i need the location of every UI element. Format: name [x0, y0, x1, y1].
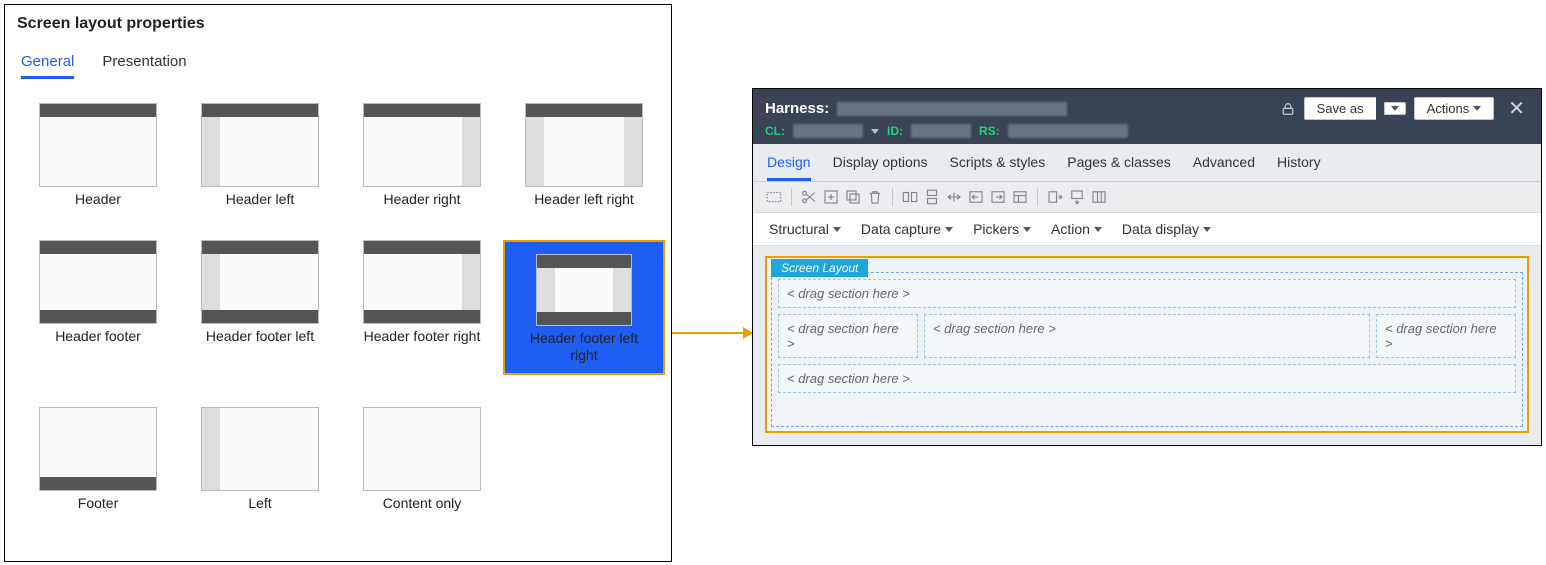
layout-option-left[interactable]: Left [201, 407, 319, 512]
merge-right-icon[interactable] [901, 188, 919, 206]
copy-icon[interactable] [844, 188, 862, 206]
lock-icon[interactable] [1280, 101, 1296, 117]
cl-value-blurred [793, 124, 863, 138]
actions-button[interactable]: Actions [1414, 97, 1495, 120]
layout-thumb-content [363, 407, 481, 491]
editor-header: Harness: Save as Actions ✕ CL: ID: RS: [753, 89, 1541, 144]
col-right-icon[interactable] [989, 188, 1007, 206]
cut-icon[interactable] [800, 188, 818, 206]
props-tabs: General Presentation [21, 51, 659, 79]
component-categories: Structural Data capture Pickers Action D… [753, 213, 1541, 246]
layout-option-label: Header footer left right [523, 330, 645, 364]
layout-option-label: Content only [383, 495, 462, 512]
layout-option-footer[interactable]: Footer [39, 407, 157, 512]
screen-layout-properties-panel: Screen layout properties General Present… [4, 4, 672, 562]
editor-tab-design[interactable]: Design [767, 144, 811, 181]
editor-tab-advanced[interactable]: Advanced [1193, 144, 1255, 181]
save-as-caret[interactable] [1384, 102, 1406, 115]
category-data-capture[interactable]: Data capture [861, 221, 953, 237]
category-action[interactable]: Action [1051, 221, 1102, 237]
design-canvas: Screen Layout < drag section here > < dr… [765, 256, 1529, 433]
layout-thumb-footer [39, 407, 157, 491]
layout-thumb-header_footer_lr [536, 254, 632, 326]
dropzone-center[interactable]: < drag section here > [924, 314, 1370, 358]
category-pickers[interactable]: Pickers [973, 221, 1031, 237]
toolbar-separator [791, 188, 792, 206]
tab-general[interactable]: General [21, 51, 74, 79]
layout-option-content[interactable]: Content only [363, 407, 481, 512]
layout-thumb-header_footer [39, 240, 157, 324]
connector-arrow [672, 332, 752, 334]
harness-name-blurred [837, 102, 1067, 116]
select-icon[interactable] [765, 188, 783, 206]
layout-options-grid: Header Header left Header right Header left… [17, 103, 659, 512]
layout-option-label: Left [248, 495, 271, 512]
editor-tabs: Design Display options Scripts & styles … [753, 144, 1541, 182]
editor-tab-scripts[interactable]: Scripts & styles [950, 144, 1046, 181]
rs-label: RS: [979, 124, 1000, 138]
id-value-blurred [911, 124, 971, 138]
layout-option-label: Header footer right [364, 328, 481, 345]
delete-icon[interactable] [866, 188, 884, 206]
editor-tab-history[interactable]: History [1277, 144, 1321, 181]
dropzone-header[interactable]: < drag section here > [778, 279, 1516, 308]
layout-thumb-header_footer_right [363, 240, 481, 324]
export-down-icon[interactable] [1068, 188, 1086, 206]
layout-option-header_left_right[interactable]: Header left right [525, 103, 643, 208]
editor-tab-display-options[interactable]: Display options [833, 144, 928, 181]
layout-option-header_footer_left[interactable]: Header footer left [201, 240, 319, 376]
toolbar-separator [892, 188, 893, 206]
screen-layout-region[interactable]: Screen Layout < drag section here > < dr… [771, 272, 1523, 427]
export-right-icon[interactable] [1046, 188, 1064, 206]
col-left-icon[interactable] [967, 188, 985, 206]
editor-toolbar [753, 182, 1541, 213]
layout-option-header_footer_right[interactable]: Header footer right [363, 240, 481, 376]
cl-caret-icon[interactable] [871, 129, 879, 134]
harness-label: Harness: [765, 100, 829, 117]
cl-label: CL: [765, 124, 785, 138]
editor-tab-pages[interactable]: Pages & classes [1067, 144, 1171, 181]
layout-option-selected-wrap: Header footer left right [503, 240, 665, 376]
dropzone-right[interactable]: < drag section here > [1376, 314, 1516, 358]
layout-option-header_left[interactable]: Header left [201, 103, 319, 208]
layout-thumb-header_left_right [525, 103, 643, 187]
layout-option-header_footer[interactable]: Header footer [39, 240, 157, 376]
split-icon[interactable] [945, 188, 963, 206]
id-label: ID: [887, 124, 903, 138]
merge-down-icon[interactable] [923, 188, 941, 206]
dropzone-footer[interactable]: < drag section here > [778, 364, 1516, 393]
dropzone-left[interactable]: < drag section here > [778, 314, 918, 358]
layout-option-label: Header left right [534, 191, 634, 208]
category-structural[interactable]: Structural [769, 221, 841, 237]
category-data-display[interactable]: Data display [1122, 221, 1211, 237]
layout-option-label: Header footer [55, 328, 141, 345]
layout-option-header[interactable]: Header [39, 103, 157, 208]
toolbar-separator [1037, 188, 1038, 206]
layout-option-label: Header [75, 191, 121, 208]
panel-title: Screen layout properties [17, 15, 659, 33]
layout-icon[interactable] [1011, 188, 1029, 206]
screen-layout-badge: Screen Layout [771, 259, 868, 277]
harness-editor: Harness: Save as Actions ✕ CL: ID: RS: D… [752, 88, 1542, 446]
layout-option-header_footer_lr[interactable]: Header footer left right [503, 240, 665, 376]
columns-icon[interactable] [1090, 188, 1108, 206]
layout-thumb-left [201, 407, 319, 491]
rs-value-blurred [1008, 124, 1128, 138]
layout-option-label: Header left [226, 191, 294, 208]
save-as-button[interactable]: Save as [1304, 97, 1376, 120]
layout-thumb-header [39, 103, 157, 187]
close-icon[interactable]: ✕ [1502, 99, 1531, 119]
layout-option-label: Footer [78, 495, 118, 512]
layout-thumb-header_footer_left [201, 240, 319, 324]
add-icon[interactable] [822, 188, 840, 206]
layout-option-label: Header right [383, 191, 460, 208]
layout-thumb-header_left [201, 103, 319, 187]
layout-thumb-header_right [363, 103, 481, 187]
layout-option-label: Header footer left [206, 328, 314, 345]
design-canvas-outer: Screen Layout < drag section here > < dr… [753, 246, 1541, 445]
tab-presentation[interactable]: Presentation [102, 51, 186, 79]
layout-option-header_right[interactable]: Header right [363, 103, 481, 208]
